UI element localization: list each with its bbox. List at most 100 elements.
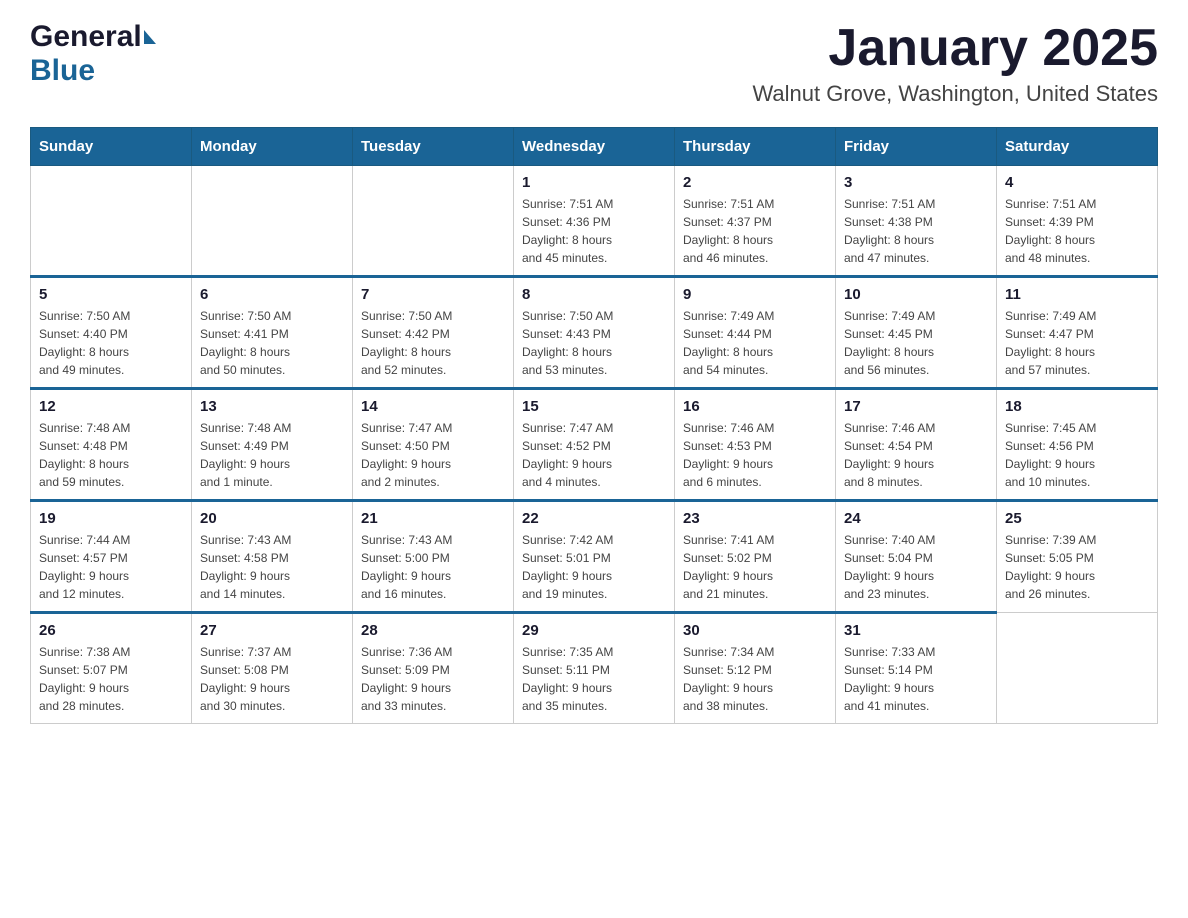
calendar-cell: 3 Sunrise: 7:51 AM Sunset: 4:38 PM Daylig…	[836, 166, 997, 277]
calendar-cell: 8 Sunrise: 7:50 AM Sunset: 4:43 PM Daylig…	[514, 277, 675, 389]
logo-arrow-icon	[144, 30, 156, 44]
day-info: Sunrise: 7:43 AM Sunset: 4:58 PM Dayligh…	[200, 531, 344, 603]
calendar-cell: 31 Sunrise: 7:33 AM Sunset: 5:14 PM Dayli…	[836, 613, 997, 724]
calendar-cell	[353, 166, 514, 277]
calendar-day-header: Friday	[836, 128, 997, 166]
day-number: 12	[39, 398, 183, 415]
calendar-cell: 6Sunrise: 7:50 AM Sunset: 4:41 PM Daylig…	[192, 277, 353, 389]
day-info: Sunrise: 7:46 AM Sunset: 4:54 PM Dayligh…	[844, 419, 988, 491]
day-info: Sunrise: 7:40 AM Sunset: 5:04 PM Dayligh…	[844, 531, 988, 603]
calendar-cell: 13 Sunrise: 7:48 AM Sunset: 4:49 PM Dayli…	[192, 389, 353, 501]
day-info: Sunrise: 7:49 AM Sunset: 4:47 PM Dayligh…	[1005, 307, 1149, 379]
calendar-cell: 26 Sunrise: 7:38 AM Sunset: 5:07 PM Dayli…	[31, 613, 192, 724]
calendar-cell: 27 Sunrise: 7:37 AM Sunset: 5:08 PM Dayli…	[192, 613, 353, 724]
day-info: Sunrise: 7:38 AM Sunset: 5:07 PM Dayligh…	[39, 643, 183, 715]
day-info: Sunrise: 7:51 AM Sunset: 4:39 PM Dayligh…	[1005, 195, 1149, 267]
calendar-day-header: Wednesday	[514, 128, 675, 166]
day-number: 11	[1005, 286, 1149, 303]
logo-blue-text: Blue	[30, 54, 95, 87]
day-number: 19	[39, 510, 183, 527]
calendar-cell: 12 Sunrise: 7:48 AM Sunset: 4:48 PM Dayli…	[31, 389, 192, 501]
day-info: Sunrise: 7:51 AM Sunset: 4:36 PM Dayligh…	[522, 195, 666, 267]
day-info: Sunrise: 7:48 AM Sunset: 4:48 PM Dayligh…	[39, 419, 183, 491]
day-info: Sunrise: 7:33 AM Sunset: 5:14 PM Dayligh…	[844, 643, 988, 715]
day-info: Sunrise: 7:35 AM Sunset: 5:11 PM Dayligh…	[522, 643, 666, 715]
calendar-cell: 22Sunrise: 7:42 AM Sunset: 5:01 PM Dayli…	[514, 501, 675, 613]
day-number: 26	[39, 622, 183, 639]
calendar-cell: 2 Sunrise: 7:51 AM Sunset: 4:37 PM Daylig…	[675, 166, 836, 277]
calendar-cell	[192, 166, 353, 277]
day-number: 16	[683, 398, 827, 415]
calendar-cell: 15 Sunrise: 7:47 AM Sunset: 4:52 PM Dayli…	[514, 389, 675, 501]
day-info: Sunrise: 7:50 AM Sunset: 4:43 PM Dayligh…	[522, 307, 666, 379]
day-info: Sunrise: 7:43 AM Sunset: 5:00 PM Dayligh…	[361, 531, 505, 603]
calendar-cell: 14 Sunrise: 7:47 AM Sunset: 4:50 PM Dayli…	[353, 389, 514, 501]
day-number: 5	[39, 286, 183, 303]
calendar-cell	[31, 166, 192, 277]
calendar-day-header: Thursday	[675, 128, 836, 166]
day-number: 14	[361, 398, 505, 415]
day-number: 3	[844, 174, 988, 191]
day-number: 23	[683, 510, 827, 527]
day-number: 29	[522, 622, 666, 639]
day-number: 21	[361, 510, 505, 527]
calendar-week-row: 5 Sunrise: 7:50 AM Sunset: 4:40 PM Daylig…	[31, 277, 1158, 389]
day-number: 31	[844, 622, 988, 639]
day-info: Sunrise: 7:50 AM Sunset: 4:42 PM Dayligh…	[361, 307, 505, 379]
day-number: 6	[200, 286, 344, 303]
page-title: January 2025	[752, 20, 1158, 77]
logo-general-text: General	[30, 20, 142, 54]
calendar-week-row: 19 Sunrise: 7:44 AM Sunset: 4:57 PM Dayli…	[31, 501, 1158, 613]
day-info: Sunrise: 7:50 AM Sunset: 4:40 PM Dayligh…	[39, 307, 183, 379]
day-info: Sunrise: 7:39 AM Sunset: 5:05 PM Dayligh…	[1005, 531, 1149, 603]
day-number: 18	[1005, 398, 1149, 415]
calendar-cell: 7 Sunrise: 7:50 AM Sunset: 4:42 PM Daylig…	[353, 277, 514, 389]
day-number: 10	[844, 286, 988, 303]
calendar-cell: 16 Sunrise: 7:46 AM Sunset: 4:53 PM Dayli…	[675, 389, 836, 501]
day-info: Sunrise: 7:34 AM Sunset: 5:12 PM Dayligh…	[683, 643, 827, 715]
calendar-day-header: Monday	[192, 128, 353, 166]
day-info: Sunrise: 7:36 AM Sunset: 5:09 PM Dayligh…	[361, 643, 505, 715]
day-info: Sunrise: 7:51 AM Sunset: 4:37 PM Dayligh…	[683, 195, 827, 267]
calendar-week-row: 12 Sunrise: 7:48 AM Sunset: 4:48 PM Dayli…	[31, 389, 1158, 501]
day-number: 27	[200, 622, 344, 639]
day-number: 15	[522, 398, 666, 415]
day-number: 7	[361, 286, 505, 303]
page-subtitle: Walnut Grove, Washington, United States	[752, 81, 1158, 107]
calendar-cell: 23Sunrise: 7:41 AM Sunset: 5:02 PM Dayli…	[675, 501, 836, 613]
calendar-cell: 24 Sunrise: 7:40 AM Sunset: 5:04 PM Dayli…	[836, 501, 997, 613]
calendar-cell: 11 Sunrise: 7:49 AM Sunset: 4:47 PM Dayli…	[997, 277, 1158, 389]
calendar-cell: 25 Sunrise: 7:39 AM Sunset: 5:05 PM Dayli…	[997, 501, 1158, 613]
calendar-header-row: SundayMondayTuesdayWednesdayThursdayFrid…	[31, 128, 1158, 166]
calendar-cell: 10Sunrise: 7:49 AM Sunset: 4:45 PM Dayli…	[836, 277, 997, 389]
day-info: Sunrise: 7:44 AM Sunset: 4:57 PM Dayligh…	[39, 531, 183, 603]
page-header: General Blue January 2025 Walnut Grove, …	[30, 20, 1158, 107]
day-info: Sunrise: 7:42 AM Sunset: 5:01 PM Dayligh…	[522, 531, 666, 603]
day-number: 8	[522, 286, 666, 303]
day-info: Sunrise: 7:48 AM Sunset: 4:49 PM Dayligh…	[200, 419, 344, 491]
calendar-week-row: 26 Sunrise: 7:38 AM Sunset: 5:07 PM Dayli…	[31, 613, 1158, 724]
day-number: 9	[683, 286, 827, 303]
day-number: 28	[361, 622, 505, 639]
calendar-cell: 18 Sunrise: 7:45 AM Sunset: 4:56 PM Dayli…	[997, 389, 1158, 501]
calendar-cell: 20Sunrise: 7:43 AM Sunset: 4:58 PM Dayli…	[192, 501, 353, 613]
calendar-day-header: Tuesday	[353, 128, 514, 166]
calendar-cell: 29 Sunrise: 7:35 AM Sunset: 5:11 PM Dayli…	[514, 613, 675, 724]
day-info: Sunrise: 7:37 AM Sunset: 5:08 PM Dayligh…	[200, 643, 344, 715]
day-info: Sunrise: 7:49 AM Sunset: 4:44 PM Dayligh…	[683, 307, 827, 379]
day-info: Sunrise: 7:47 AM Sunset: 4:50 PM Dayligh…	[361, 419, 505, 491]
calendar-cell	[997, 613, 1158, 724]
day-number: 24	[844, 510, 988, 527]
day-info: Sunrise: 7:51 AM Sunset: 4:38 PM Dayligh…	[844, 195, 988, 267]
calendar-cell: 30Sunrise: 7:34 AM Sunset: 5:12 PM Dayli…	[675, 613, 836, 724]
day-number: 25	[1005, 510, 1149, 527]
calendar-table: SundayMondayTuesdayWednesdayThursdayFrid…	[30, 127, 1158, 724]
day-info: Sunrise: 7:45 AM Sunset: 4:56 PM Dayligh…	[1005, 419, 1149, 491]
day-info: Sunrise: 7:46 AM Sunset: 4:53 PM Dayligh…	[683, 419, 827, 491]
day-info: Sunrise: 7:47 AM Sunset: 4:52 PM Dayligh…	[522, 419, 666, 491]
calendar-day-header: Saturday	[997, 128, 1158, 166]
day-number: 13	[200, 398, 344, 415]
day-number: 1	[522, 174, 666, 191]
day-number: 2	[683, 174, 827, 191]
calendar-cell: 17Sunrise: 7:46 AM Sunset: 4:54 PM Dayli…	[836, 389, 997, 501]
